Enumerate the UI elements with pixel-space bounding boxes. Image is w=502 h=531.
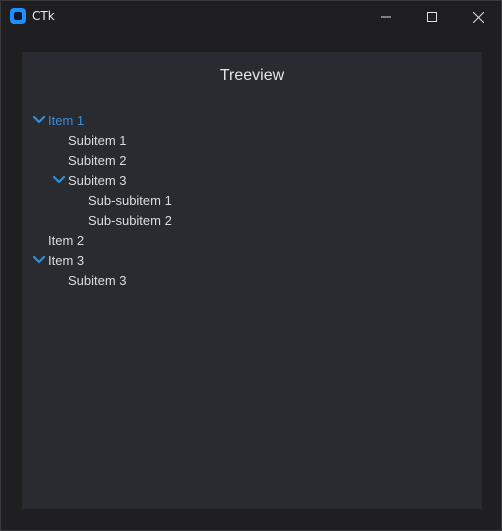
tree-node-label: Item 1 [48,112,85,128]
maximize-icon [427,12,437,22]
ctk-app-icon [10,8,26,24]
tree-node-label: Subitem 2 [68,152,127,168]
panel-title: Treeview [219,67,285,84]
tree-node-subitem-2[interactable]: Subitem 2 [22,150,482,170]
chevron-down-icon[interactable] [32,114,46,126]
close-icon [472,11,484,23]
tree-node-label: Subitem 3 [68,172,127,188]
tree-node-subitem-3[interactable]: Subitem 3 [22,170,482,190]
title-bar[interactable]: CTk [1,1,501,33]
tree-node-label: Sub-subitem 2 [88,212,172,228]
tree-node-item-3[interactable]: Item 3 [22,250,482,270]
tree-node-label: Sub-subitem 1 [88,192,172,208]
tree-node-sub-subitem-2[interactable]: Sub-subitem 2 [22,210,482,230]
tree-node-label: Subitem 1 [68,132,127,148]
tree-node-item-1[interactable]: Item 1 [22,110,482,130]
tree-node-label: Item 3 [48,252,85,268]
close-button[interactable] [455,1,501,33]
treeview-panel: Treeview Item 1 Subitem 1 Subitem 2 Subi… [22,52,482,509]
tree-node-sub-subitem-1[interactable]: Sub-subitem 1 [22,190,482,210]
app-window: CTk Treeview Item 1 Subitem 1 Subitem 2 … [0,0,502,531]
tree-node-label: Item 2 [48,232,85,248]
tree-node-subitem-1[interactable]: Subitem 1 [22,130,482,150]
tree-node-label: Subitem 3 [68,272,127,288]
tree-node-item-2[interactable]: Item 2 [22,230,482,250]
minimize-button[interactable] [363,1,409,33]
maximize-button[interactable] [409,1,455,33]
tree-node-item-3-subitem-3[interactable]: Subitem 3 [22,270,482,290]
chevron-down-icon[interactable] [32,254,46,266]
treeview[interactable]: Item 1 Subitem 1 Subitem 2 Subitem 3 Sub… [22,110,482,290]
window-title: CTk [32,9,55,23]
minimize-icon [381,16,391,18]
chevron-down-icon[interactable] [52,174,66,186]
